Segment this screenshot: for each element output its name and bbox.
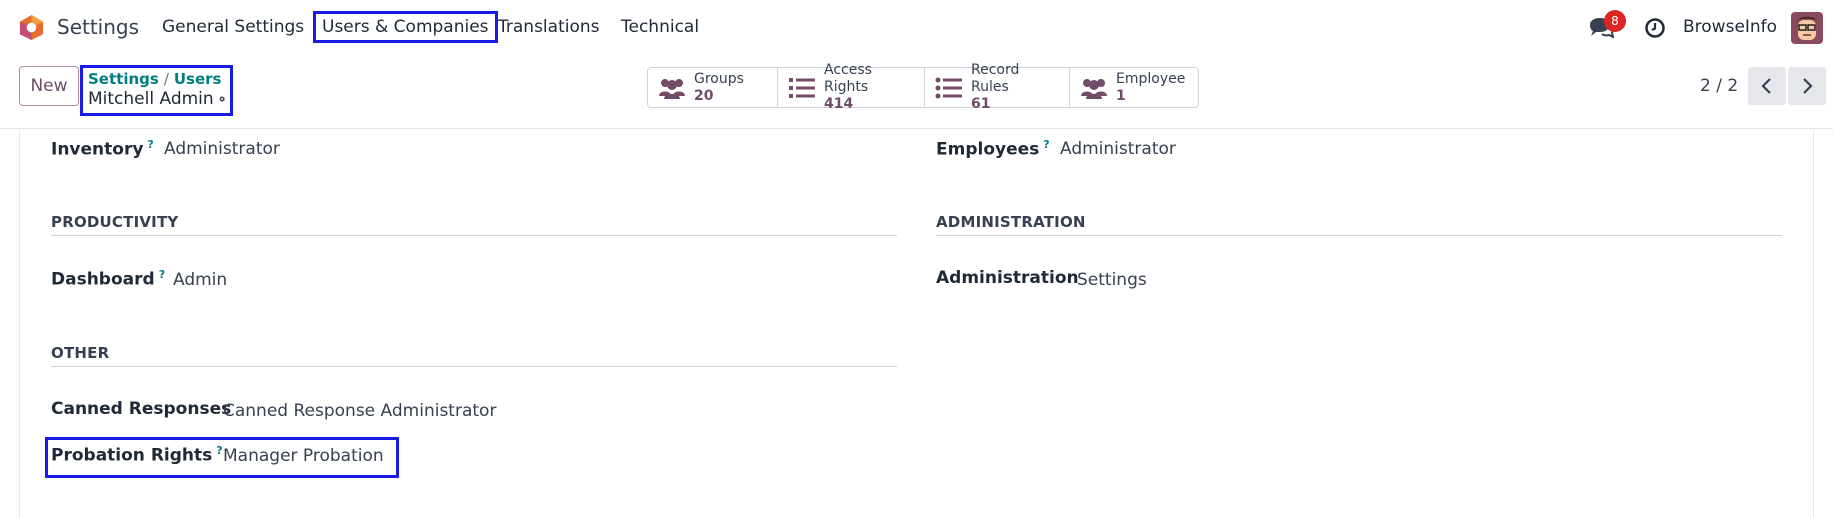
list-icon: [935, 77, 962, 98]
probation-rights-label: Probation Rights?: [51, 444, 223, 466]
gear-icon[interactable]: [218, 91, 225, 107]
help-tooltip-icon[interactable]: ?: [159, 268, 165, 281]
employee-smart-button[interactable]: Employee 1: [1070, 68, 1198, 107]
list-icon: [789, 77, 815, 98]
smart-button-value: 20: [694, 87, 714, 104]
menu-translations[interactable]: Translations: [498, 17, 600, 37]
canned-responses-label: Canned Responses: [51, 399, 232, 419]
employees-select[interactable]: Administrator: [1060, 139, 1176, 159]
menu-users-companies[interactable]: Users & Companies: [313, 11, 498, 43]
help-tooltip-icon[interactable]: ?: [216, 444, 222, 457]
message-count-badge: 8: [1604, 10, 1626, 32]
section-divider: [51, 235, 897, 236]
other-section-title: OTHER: [51, 344, 110, 362]
help-tooltip-icon[interactable]: ?: [147, 138, 153, 151]
pager-previous-button[interactable]: [1748, 67, 1786, 105]
smart-button-value: 61: [971, 96, 991, 112]
control-panel: New Settings / Users Mitchell Admin Groups…: [0, 55, 1833, 129]
user-avatar[interactable]: [1791, 12, 1823, 44]
top-navbar: Settings General Settings Users & Compan…: [0, 0, 1833, 55]
breadcrumb-separator: /: [163, 70, 169, 88]
groups-smart-button[interactable]: Groups 20: [648, 68, 778, 107]
employees-label: Employees?: [936, 138, 1050, 160]
new-button[interactable]: New: [19, 66, 79, 106]
breadcrumb-users[interactable]: Users: [174, 70, 222, 88]
record-rules-smart-button[interactable]: Record Rules 61: [925, 62, 1070, 112]
clock-icon[interactable]: [1644, 17, 1666, 39]
smart-button-label: Employee: [1116, 70, 1186, 87]
breadcrumb: Settings / Users Mitchell Admin: [80, 65, 233, 116]
smart-buttons: Groups 20 Access Rights 414 Record Rules 61: [647, 62, 1199, 112]
breadcrumb-settings[interactable]: Settings: [88, 70, 159, 88]
canned-responses-select[interactable]: Canned Response Administrator: [223, 401, 496, 421]
users-icon: [659, 78, 685, 99]
section-divider: [936, 235, 1782, 236]
administration-select[interactable]: Settings: [1077, 270, 1147, 290]
menu-general-settings[interactable]: General Settings: [162, 17, 304, 37]
dashboard-label: Dashboard?: [51, 268, 166, 290]
smart-button-label: Record Rules: [971, 62, 1020, 95]
access-rights-smart-button[interactable]: Access Rights 414: [778, 62, 925, 112]
administration-label: Administration: [936, 268, 1079, 288]
record-title: Mitchell Admin: [88, 89, 214, 109]
chevron-left-icon: [1761, 78, 1771, 94]
app-name[interactable]: Settings: [57, 15, 139, 39]
administration-section-title: ADMINISTRATION: [936, 213, 1086, 231]
smart-button-label: Groups: [694, 70, 744, 87]
productivity-section-title: PRODUCTIVITY: [51, 213, 179, 231]
help-tooltip-icon[interactable]: ?: [1043, 138, 1049, 151]
pager-next-button[interactable]: [1788, 67, 1826, 105]
section-divider: [51, 366, 897, 367]
users-icon: [1081, 78, 1107, 99]
dashboard-select[interactable]: Admin: [173, 270, 227, 290]
menu-technical[interactable]: Technical: [621, 17, 699, 37]
form-sheet: Inventory? Administrator Employees? Admi…: [19, 130, 1814, 518]
pager-value[interactable]: 2 / 2: [1700, 76, 1738, 96]
odoo-logo-icon[interactable]: [18, 14, 45, 41]
company-switcher[interactable]: BrowseInfo: [1683, 17, 1777, 37]
inventory-select[interactable]: Administrator: [164, 139, 280, 159]
inventory-label: Inventory?: [51, 138, 154, 160]
smart-button-value: 414: [824, 96, 854, 112]
smart-button-value: 1: [1116, 87, 1126, 104]
probation-rights-select[interactable]: Manager Probation: [223, 446, 384, 466]
smart-button-label: Access Rights: [824, 62, 872, 95]
chevron-right-icon: [1803, 78, 1813, 94]
